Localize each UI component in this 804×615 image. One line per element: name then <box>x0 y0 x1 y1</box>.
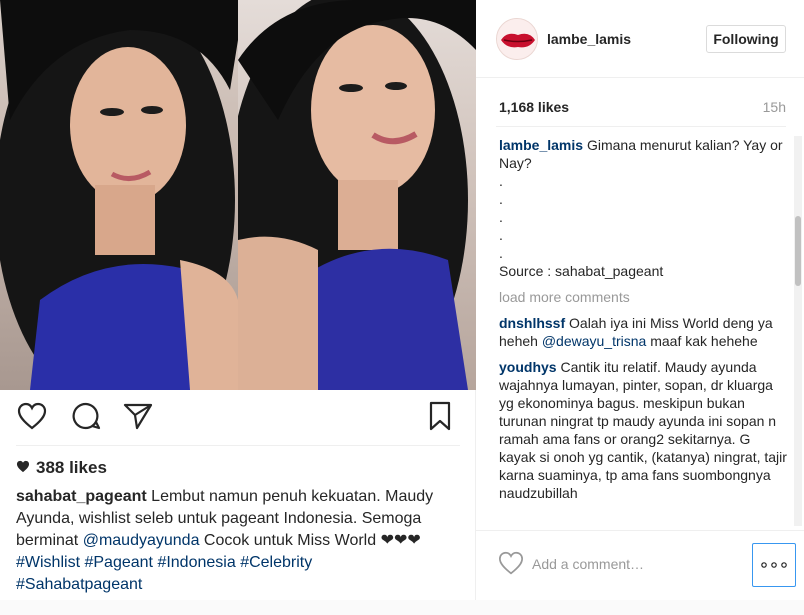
dot-line: . <box>499 173 503 189</box>
heart-icon[interactable] <box>498 551 524 577</box>
photo-right-half <box>228 0 476 390</box>
post-photo[interactable] <box>0 0 476 390</box>
post-caption: sahabat_pageant Lembut namun penuh kekua… <box>16 486 456 596</box>
comments-list: lambe_lamis Gimana menurut kalian? Yay o… <box>499 136 789 522</box>
hashtag-link[interactable]: #Indonesia <box>157 554 235 571</box>
panel-header: lambe_lamis Following <box>476 0 804 78</box>
hashtag-link[interactable]: #Celebrity <box>240 554 312 571</box>
actions-divider <box>16 445 460 446</box>
header-username[interactable]: lambe_lamis <box>547 31 631 47</box>
load-more-comments[interactable]: load more comments <box>499 288 789 306</box>
comments-panel: lambe_lamis Following 1,168 likes 15h la… <box>476 0 804 615</box>
post-likes[interactable]: 388 likes <box>16 458 107 478</box>
list-item: youdhys Cantik itu relatif. Maudy ayunda… <box>499 358 789 502</box>
list-item: dnshlhssf Oalah iya ini Miss World deng … <box>499 314 789 350</box>
bookmark-icon[interactable] <box>422 398 458 434</box>
post-actions <box>0 398 476 438</box>
comment-mention[interactable]: @dewayu_trisna <box>542 333 647 349</box>
comment-text: Cantik itu relatif. Maudy ayunda wajahny… <box>499 359 787 501</box>
comment-text-2: maaf kak hehehe <box>646 333 758 349</box>
comments-scrollbar[interactable] <box>794 136 802 526</box>
dot-line: . <box>499 191 503 207</box>
photo-left-half <box>0 0 238 390</box>
comment-username[interactable]: lambe_lamis <box>499 137 583 153</box>
paper-plane-icon[interactable] <box>120 398 156 434</box>
list-item: lambe_lamis Gimana menurut kalian? Yay o… <box>499 136 789 280</box>
caption-text-2: Cocok untuk Miss World ❤❤❤ <box>199 532 421 549</box>
dot-line: . <box>499 227 503 243</box>
likes-count: 388 likes <box>36 458 107 477</box>
caption-mention[interactable]: @maudyayunda <box>83 532 200 549</box>
page-bottom <box>0 600 804 615</box>
panel-likes[interactable]: 1,168 likes <box>499 99 569 115</box>
more-options-icon[interactable] <box>752 543 796 587</box>
comment-bubble-icon[interactable] <box>68 398 104 434</box>
small-heart-icon <box>16 458 30 478</box>
following-button[interactable]: Following <box>706 25 786 53</box>
caption-username[interactable]: sahabat_pageant <box>16 488 147 505</box>
add-comment-row <box>476 530 804 600</box>
source-text: Source : sahabat_pageant <box>499 263 664 279</box>
comment-input[interactable] <box>532 551 732 577</box>
dot-line: . <box>499 245 503 261</box>
hashtag-link[interactable]: #Sahabatpageant <box>16 576 142 593</box>
likes-divider <box>496 126 786 127</box>
hashtag-link[interactable]: #Pageant <box>84 554 153 571</box>
post-time: 15h <box>762 99 786 115</box>
hashtag-link[interactable]: #Wishlist <box>16 554 80 571</box>
heart-icon[interactable] <box>14 398 50 434</box>
comment-username[interactable]: dnshlhssf <box>499 315 565 331</box>
scrollbar-thumb[interactable] <box>795 216 801 286</box>
comment-username[interactable]: youdhys <box>499 359 557 375</box>
post-panel: 388 likes sahabat_pageant Lembut namun p… <box>0 0 476 615</box>
avatar[interactable] <box>496 18 538 60</box>
dot-line: . <box>499 209 503 225</box>
